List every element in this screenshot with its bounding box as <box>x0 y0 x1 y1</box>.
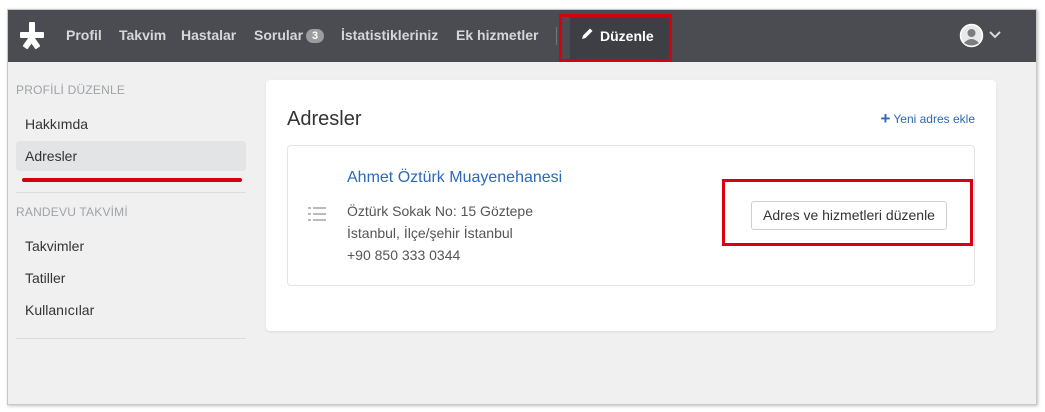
sidebar-divider <box>16 338 246 339</box>
sidebar-item-tatiller[interactable]: Tatiller <box>16 263 246 293</box>
edit-address-services-button[interactable]: Adres ve hizmetleri düzenle <box>751 201 947 230</box>
nav-hastalar[interactable]: Hastalar <box>181 27 236 43</box>
sidebar-item-takvimler[interactable]: Takvimler <box>16 231 246 261</box>
active-item-underline <box>22 178 242 182</box>
nav-sorular[interactable]: Sorular 3 <box>254 27 325 43</box>
address-street: Öztürk Sokak No: 15 Göztepe <box>347 203 533 219</box>
add-address-link[interactable]: + Yeni adres ekle <box>880 109 975 129</box>
address-phone: +90 850 333 0344 <box>347 247 461 263</box>
address-item: Ahmet Öztürk Muayenehanesi Öztürk Sokak … <box>287 145 975 286</box>
sidebar-divider <box>16 192 246 193</box>
app-window: Profil Takvim Hastalar Sorular 3 İstatist… <box>7 9 1037 405</box>
top-navigation-bar: Profil Takvim Hastalar Sorular 3 İstatist… <box>8 10 1036 62</box>
sidebar-item-adresler[interactable]: Adresler <box>16 141 246 171</box>
add-address-label: Yeni adres ekle <box>893 112 975 126</box>
nav-duzenle-label: Düzenle <box>600 28 654 44</box>
nav-takvim[interactable]: Takvim <box>119 27 166 43</box>
sidebar-item-kullanicilar[interactable]: Kullanıcılar <box>16 295 246 325</box>
sidebar: PROFİLİ DÜZENLE Hakkımda Adresler RANDEV… <box>8 62 248 404</box>
clinic-name-link[interactable]: Ahmet Öztürk Muayenehanesi <box>347 169 562 187</box>
nav-sorular-label: Sorular <box>254 27 304 43</box>
drag-list-icon[interactable] <box>308 207 326 221</box>
section-title-profile: PROFİLİ DÜZENLE <box>16 83 126 97</box>
nav-duzenle[interactable]: Düzenle <box>570 14 672 59</box>
nav-ek-hizmetler[interactable]: Ek hizmetler <box>456 27 538 43</box>
page-title: Adresler <box>287 108 362 130</box>
docplanner-star-logo[interactable] <box>17 21 47 51</box>
address-city: İstanbul, İlçe/şehir İstanbul <box>347 225 513 241</box>
addresses-card: Adresler + Yeni adres ekle Ahmet Öztürk M… <box>266 80 996 331</box>
section-title-appointment: RANDEVU TAKVİMİ <box>16 205 128 219</box>
sidebar-item-hakkimda[interactable]: Hakkımda <box>16 109 246 139</box>
nav-divider <box>556 27 557 45</box>
questions-count-badge: 3 <box>306 29 325 43</box>
user-avatar-icon[interactable] <box>959 23 984 48</box>
chevron-down-icon[interactable] <box>988 27 1002 41</box>
pencil-icon <box>582 28 593 39</box>
plus-icon: + <box>880 109 891 128</box>
nav-istatistikleriniz[interactable]: İstatistikleriniz <box>341 27 438 43</box>
nav-profil[interactable]: Profil <box>66 27 102 43</box>
